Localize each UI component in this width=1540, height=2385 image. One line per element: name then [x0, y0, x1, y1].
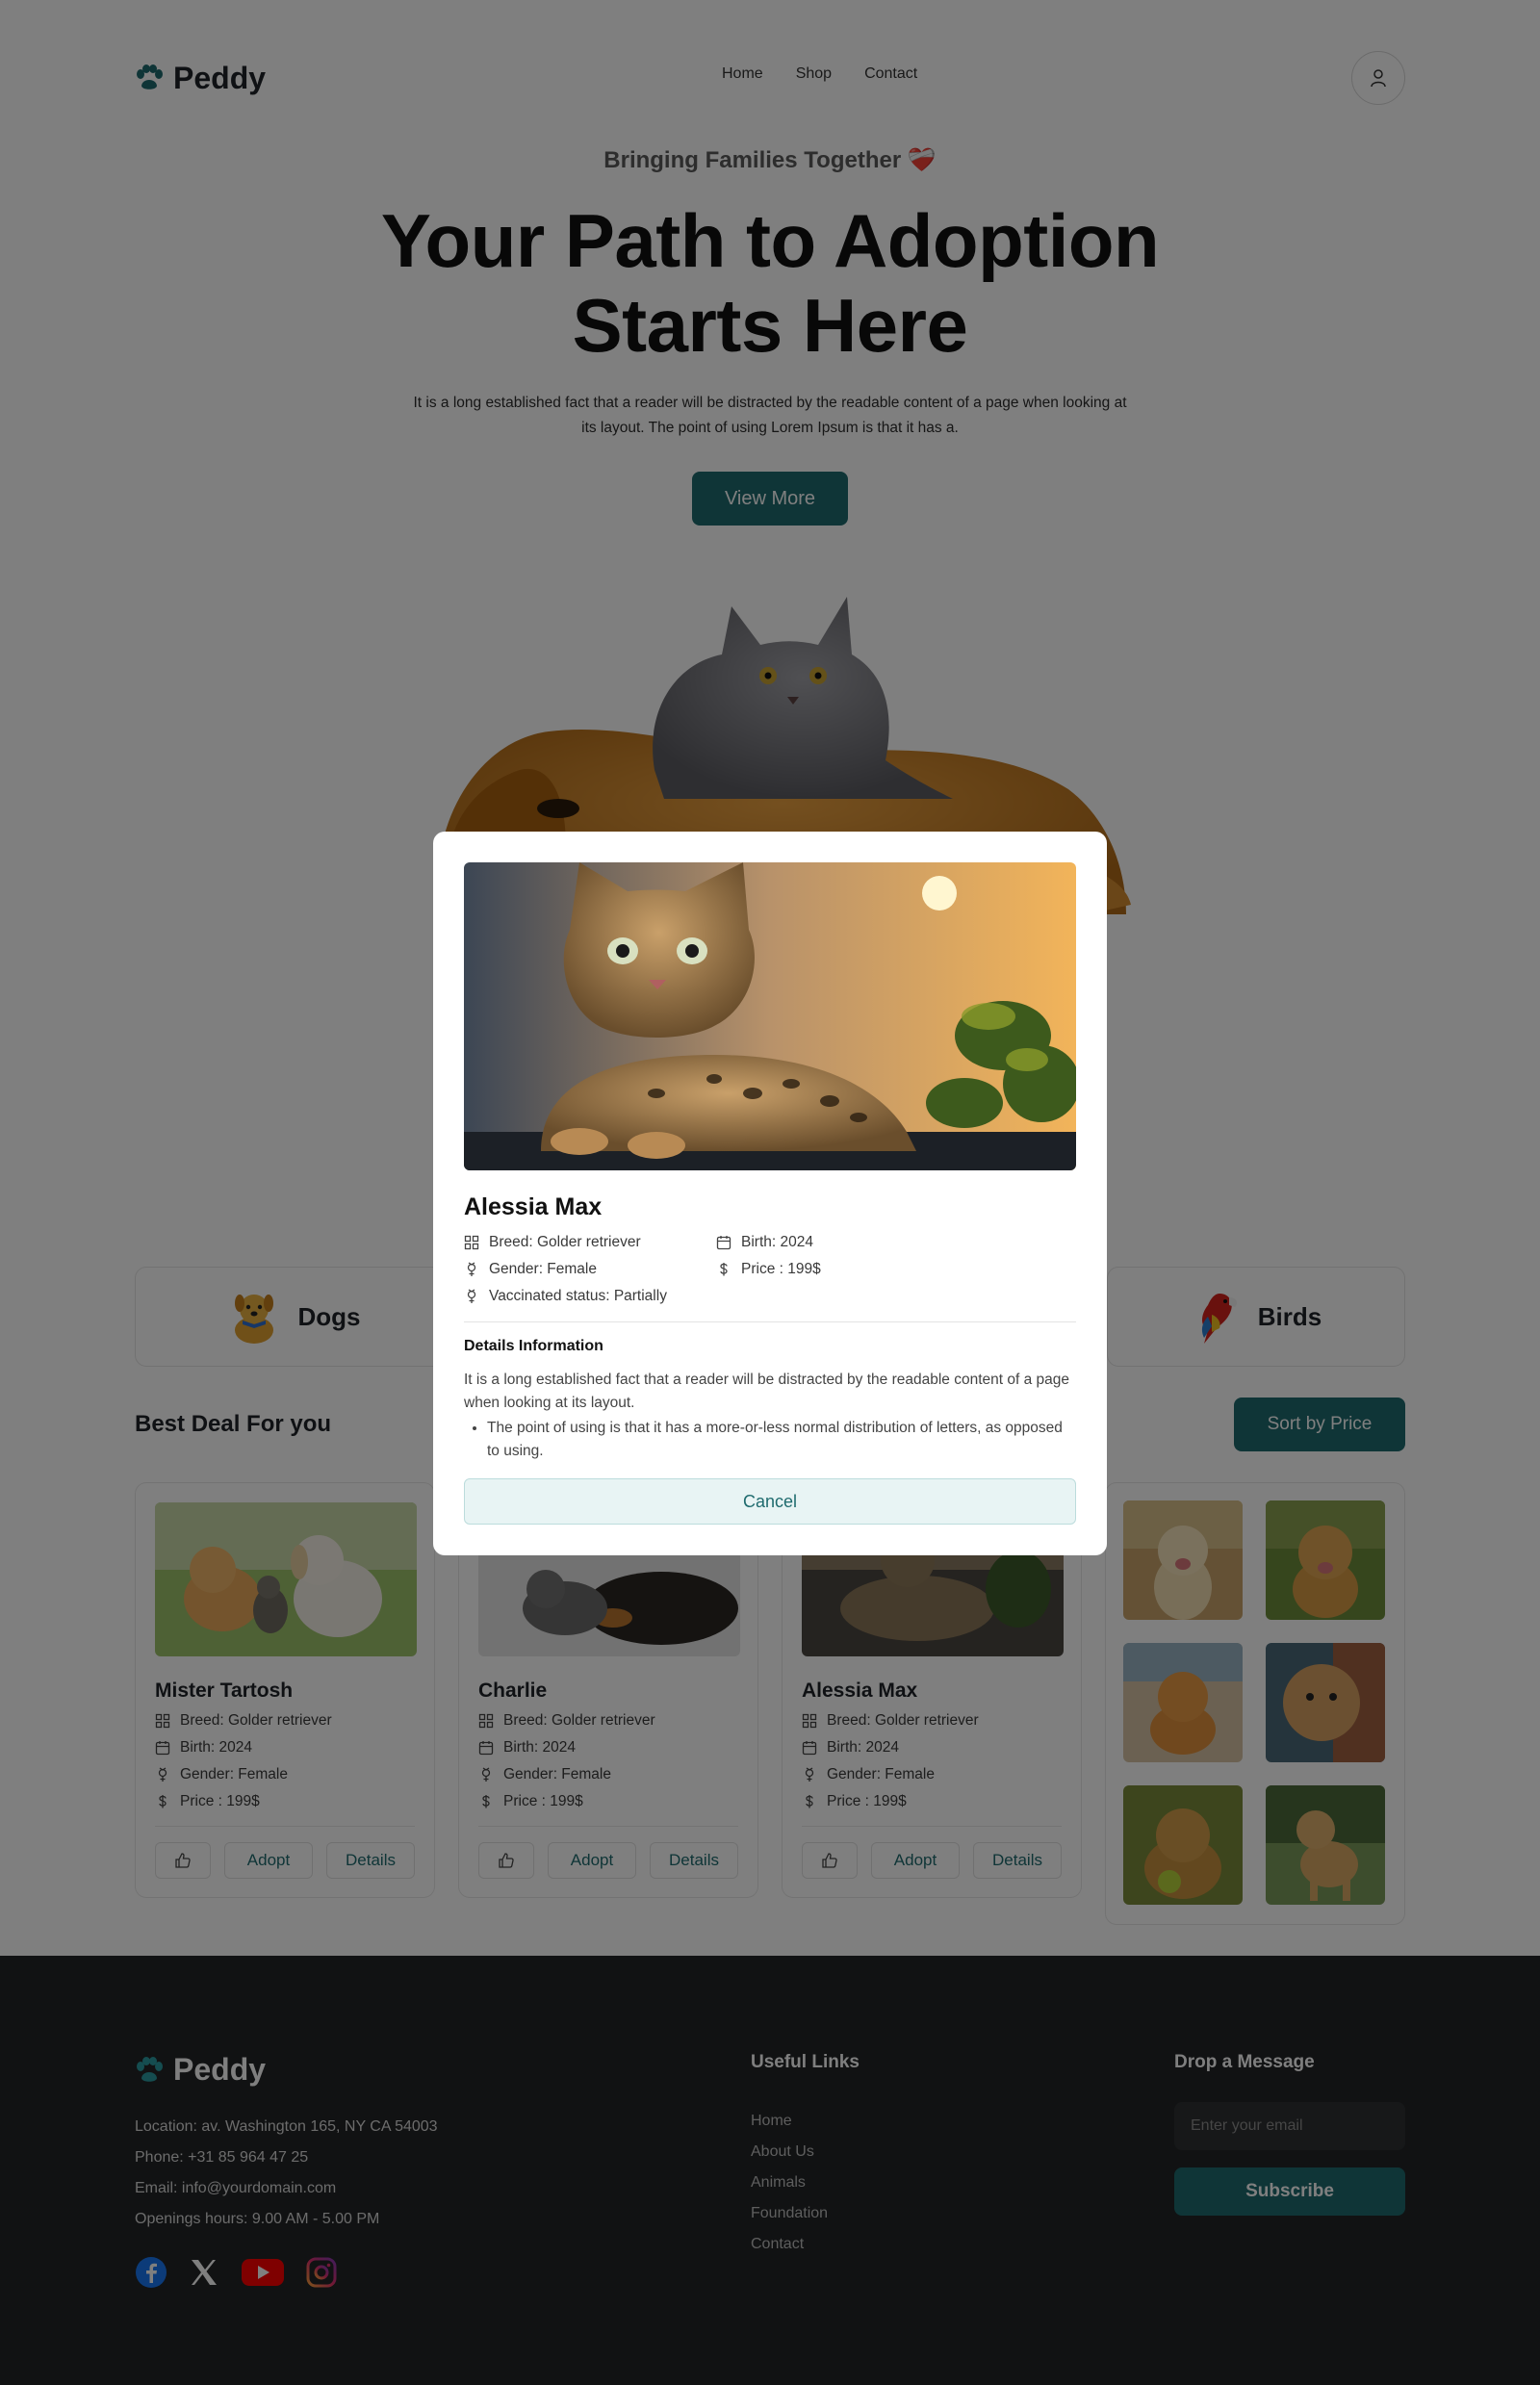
gender-icon	[467, 1289, 476, 1303]
details-info-bullet: The point of using is that it has a more…	[487, 1417, 1076, 1463]
details-info-title: Details Information	[464, 1338, 603, 1354]
modal-birth: Birth: 2024	[716, 1233, 968, 1252]
modal-divider	[464, 1321, 1076, 1322]
modal-breed: Breed: Golder retriever	[464, 1233, 716, 1252]
modal-birth-text: Birth: 2024	[741, 1234, 813, 1250]
page: Peddy Home Shop Contact Bringing Familie…	[0, 0, 1540, 2385]
modal-price-text: Price : 199$	[741, 1261, 821, 1277]
calendar-icon	[716, 1236, 732, 1250]
cancel-button[interactable]: Cancel	[464, 1478, 1076, 1525]
modal-vaccinated: Vaccinated status: Partially	[464, 1287, 716, 1306]
modal-price: Price : 199$	[716, 1260, 968, 1279]
modal-gender-text: Gender: Female	[489, 1261, 597, 1277]
modal-info: Breed: Golder retriever Gender: Female V…	[464, 1233, 1076, 1314]
details-info-list: The point of using is that it has a more…	[464, 1417, 1076, 1463]
modal-info-left: Breed: Golder retriever Gender: Female V…	[464, 1233, 716, 1314]
modal-gender: Gender: Female	[464, 1260, 716, 1279]
dollar-icon	[720, 1263, 728, 1276]
modal-info-right: Birth: 2024 Price : 199$	[716, 1233, 968, 1314]
pet-details-modal: Alessia Max Breed: Golder retriever Gend…	[433, 832, 1107, 1555]
gender-icon	[467, 1262, 476, 1276]
details-info-text: It is a long established fact that a rea…	[464, 1372, 1070, 1411]
modal-pet-photo	[464, 862, 1076, 1170]
modal-vaccinated-text: Vaccinated status: Partially	[489, 1288, 667, 1304]
grid-icon	[464, 1235, 479, 1250]
modal-pet-name: Alessia Max	[464, 1193, 603, 1220]
modal-breed-text: Breed: Golder retriever	[489, 1234, 641, 1250]
